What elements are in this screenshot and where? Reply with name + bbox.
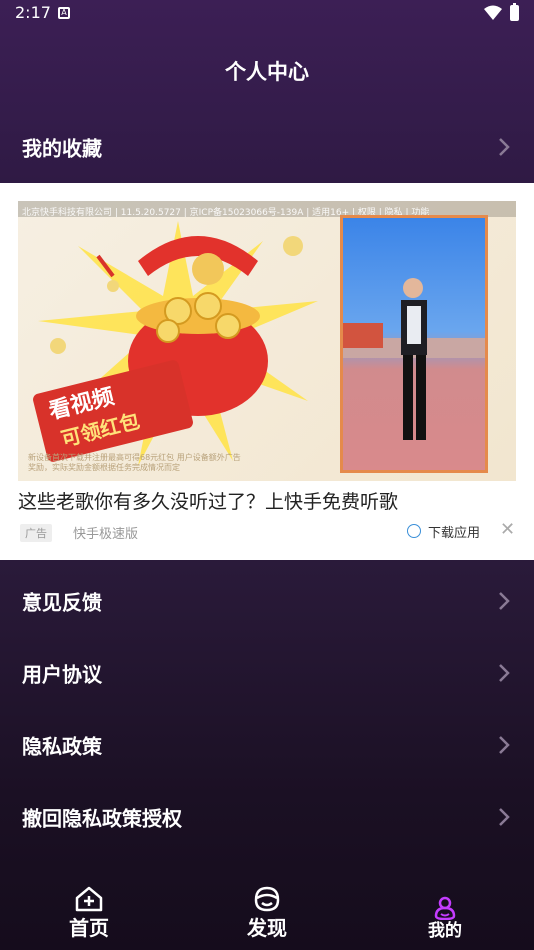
menu-item-privacy-policy[interactable]: 隐私政策 [0, 715, 534, 775]
battery-icon [510, 3, 519, 21]
chevron-right-icon [499, 736, 510, 754]
nav-item-profile[interactable]: 我的 [385, 880, 505, 950]
nav-item-home[interactable]: 首页 [29, 880, 149, 950]
chevron-right-icon [499, 664, 510, 682]
close-icon[interactable]: ✕ [500, 519, 515, 540]
chevron-right-icon [499, 808, 510, 826]
ad-title[interactable]: 这些老歌你有多久没听过了？上快手免费听歌 [18, 487, 398, 514]
nav-label: 发现 [247, 916, 287, 940]
menu-item-user-agreement[interactable]: 用户协议 [0, 643, 534, 703]
chevron-right-icon [499, 138, 510, 156]
menu-item-label: 用户协议 [22, 662, 102, 687]
menu-item-revoke-privacy[interactable]: 撤回隐私政策授权 [0, 787, 534, 847]
page-title: 个人中心 [225, 60, 309, 84]
status-bar: 2:17 A [0, 0, 534, 28]
ad-image[interactable]: 北京快手科技有限公司 | 11.5.20.5727 | 京ICP备1502306… [18, 201, 516, 481]
download-icon [407, 524, 421, 538]
menu-item-feedback[interactable]: 意见反馈 [0, 571, 534, 631]
menu-item-label: 撤回隐私政策授权 [22, 806, 182, 831]
nav-label: 我的 [428, 921, 462, 941]
menu-item-favorites[interactable]: 我的收藏 [0, 117, 534, 177]
nav-label: 首页 [69, 916, 109, 940]
wifi-icon [484, 5, 502, 20]
home-icon [75, 886, 103, 912]
menu-item-label: 我的收藏 [22, 136, 102, 161]
ad-tag-badge: 广告 [20, 524, 52, 542]
discover-icon [254, 886, 280, 912]
status-time: 2:17 [15, 3, 51, 22]
nav-item-discover[interactable]: 发现 [207, 880, 327, 950]
ad-source: 快手极速版 [73, 527, 139, 542]
ad-video-thumbnail[interactable] [340, 215, 488, 473]
menu-item-label: 隐私政策 [22, 734, 102, 759]
ad-fine-print: 新设备首次下载并注册最高可得68元红包 用户设备额外广告奖励，实际奖励金额根据任… [28, 453, 241, 472]
person-figure [343, 278, 485, 440]
a-box-icon: A [58, 7, 70, 19]
bottom-nav: 首页 发现 我的 [0, 880, 534, 950]
menu-item-label: 意见反馈 [22, 590, 102, 615]
chevron-right-icon [499, 592, 510, 610]
ad-card[interactable]: 北京快手科技有限公司 | 11.5.20.5727 | 京ICP备1502306… [0, 183, 534, 560]
ad-download-button[interactable]: 下载应用 [428, 522, 480, 541]
